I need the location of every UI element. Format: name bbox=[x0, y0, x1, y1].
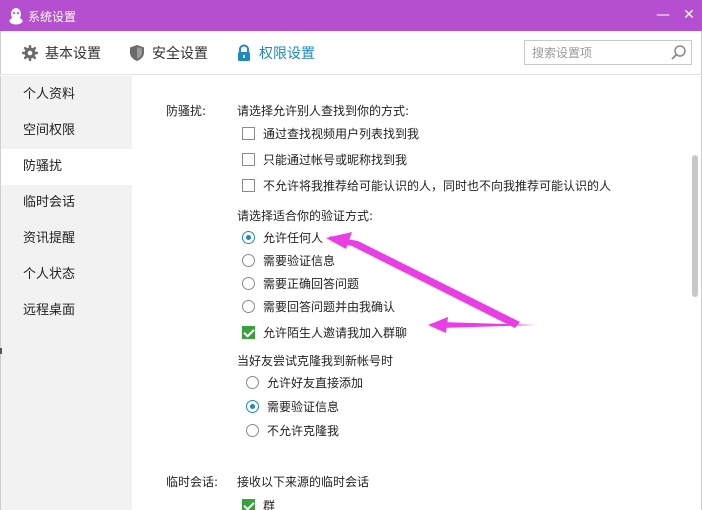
shield-icon bbox=[130, 45, 144, 61]
clone-option-allow-direct[interactable]: 允许好友直接添加 bbox=[246, 374, 363, 390]
verify-option-allow-anyone[interactable]: 允许任何人 bbox=[242, 229, 323, 245]
option-label: 群 bbox=[263, 498, 276, 510]
checkbox[interactable] bbox=[242, 498, 255, 510]
sidebar-item-news-alerts[interactable]: 资讯提醒 bbox=[1, 221, 132, 257]
option-label: 需要正确回答问题 bbox=[263, 276, 360, 291]
section-label-anti-harassment: 防骚扰: bbox=[166, 104, 207, 118]
checkbox[interactable] bbox=[242, 152, 255, 166]
window-title: 系统设置 bbox=[28, 10, 77, 24]
sidebar-item-anti-harassment[interactable]: 防骚扰 bbox=[1, 149, 132, 185]
temp-chat-prompt: 接收以下来源的临时会话 bbox=[237, 475, 370, 489]
find-option-no-recommend[interactable]: 不允许将我推荐给可能认识的人，同时也不向我推荐可能认识的人 bbox=[242, 177, 611, 193]
sidebar-item-remote-desktop[interactable]: 远程桌面 bbox=[1, 293, 132, 329]
option-label: 允许任何人 bbox=[263, 230, 324, 245]
lock-icon bbox=[238, 44, 250, 61]
radio-button[interactable] bbox=[246, 375, 259, 389]
tab-security-settings[interactable]: 安全设置 bbox=[128, 43, 208, 63]
radio-button[interactable] bbox=[242, 230, 255, 244]
content-scrollbar[interactable] bbox=[692, 155, 698, 297]
verify-method-prompt: 请选择适合你的验证方式: bbox=[237, 209, 374, 223]
find-method-prompt: 请选择允许别人查找到你的方式: bbox=[237, 104, 410, 118]
radio-button[interactable] bbox=[242, 253, 255, 267]
verify-option-answer-and-confirm[interactable]: 需要回答问题并由我确认 bbox=[242, 298, 395, 314]
group-invite-option[interactable]: 允许陌生人邀请我加入群聊 bbox=[242, 324, 407, 340]
option-label: 允许陌生人邀请我加入群聊 bbox=[263, 325, 408, 340]
radio-button[interactable] bbox=[242, 276, 255, 290]
section-label-temp-chat: 临时会话: bbox=[166, 475, 219, 489]
option-label: 需要验证信息 bbox=[267, 399, 340, 414]
tab-permission-settings[interactable]: 权限设置 bbox=[235, 43, 315, 63]
checkbox[interactable] bbox=[242, 325, 255, 339]
tab-basic-settings[interactable]: 基本设置 bbox=[21, 43, 101, 63]
tab-label: 权限设置 bbox=[259, 46, 315, 62]
qq-penguin-icon bbox=[9, 8, 23, 25]
search-input[interactable] bbox=[525, 41, 665, 64]
verify-option-need-info[interactable]: 需要验证信息 bbox=[242, 252, 335, 268]
verify-option-answer-correctly[interactable]: 需要正确回答问题 bbox=[242, 275, 359, 291]
close-button[interactable]: ✕ bbox=[678, 5, 700, 25]
find-option-account-only[interactable]: 只能通过帐号或昵称找到我 bbox=[242, 151, 407, 167]
sidebar-item-temp-chat[interactable]: 临时会话 bbox=[1, 185, 132, 221]
sidebar: 个人资料 空间权限 防骚扰 临时会话 资讯提醒 个人状态 远程桌面 bbox=[0, 76, 132, 510]
option-label: 需要回答问题并由我确认 bbox=[263, 299, 396, 314]
checkbox[interactable] bbox=[242, 178, 255, 192]
option-label: 不允许将我推荐给可能认识的人，同时也不向我推荐可能认识的人 bbox=[263, 178, 612, 193]
clone-option-disallow[interactable]: 不允许克隆我 bbox=[246, 422, 339, 438]
option-label: 只能通过帐号或昵称找到我 bbox=[263, 152, 408, 167]
settings-content: 防骚扰: 请选择允许别人查找到你的方式: 通过查找视频用户列表找到我 只能通过帐… bbox=[132, 76, 702, 510]
search-icon[interactable] bbox=[670, 44, 687, 61]
option-label: 需要验证信息 bbox=[263, 253, 336, 268]
sidebar-item-profile[interactable]: 个人资料 bbox=[1, 77, 132, 113]
find-option-video-list[interactable]: 通过查找视频用户列表找到我 bbox=[242, 125, 419, 141]
tab-label: 安全设置 bbox=[152, 46, 208, 62]
radio-button[interactable] bbox=[242, 299, 255, 313]
option-label: 允许好友直接添加 bbox=[267, 375, 364, 390]
option-label: 通过查找视频用户列表找到我 bbox=[263, 126, 420, 141]
radio-button[interactable] bbox=[246, 423, 259, 437]
window-edge-mark bbox=[0, 348, 2, 354]
search-box bbox=[524, 40, 692, 65]
settings-toolbar: 基本设置 安全设置 权限设置 bbox=[0, 31, 702, 75]
sidebar-item-personal-status[interactable]: 个人状态 bbox=[1, 257, 132, 293]
sidebar-item-space-permission[interactable]: 空间权限 bbox=[1, 113, 132, 149]
gear-icon bbox=[22, 45, 38, 61]
clone-option-need-info[interactable]: 需要验证信息 bbox=[246, 398, 339, 414]
temp-chat-option-group[interactable]: 群 bbox=[242, 497, 275, 510]
minimize-button[interactable]: — bbox=[652, 5, 674, 25]
option-label: 不允许克隆我 bbox=[267, 423, 340, 438]
tab-label: 基本设置 bbox=[45, 46, 101, 62]
checkbox[interactable] bbox=[242, 126, 255, 140]
clone-prompt: 当好友尝试克隆我到新帐号时 bbox=[237, 354, 394, 368]
title-bar: 系统设置 — ✕ bbox=[0, 0, 702, 31]
radio-button[interactable] bbox=[246, 399, 259, 413]
